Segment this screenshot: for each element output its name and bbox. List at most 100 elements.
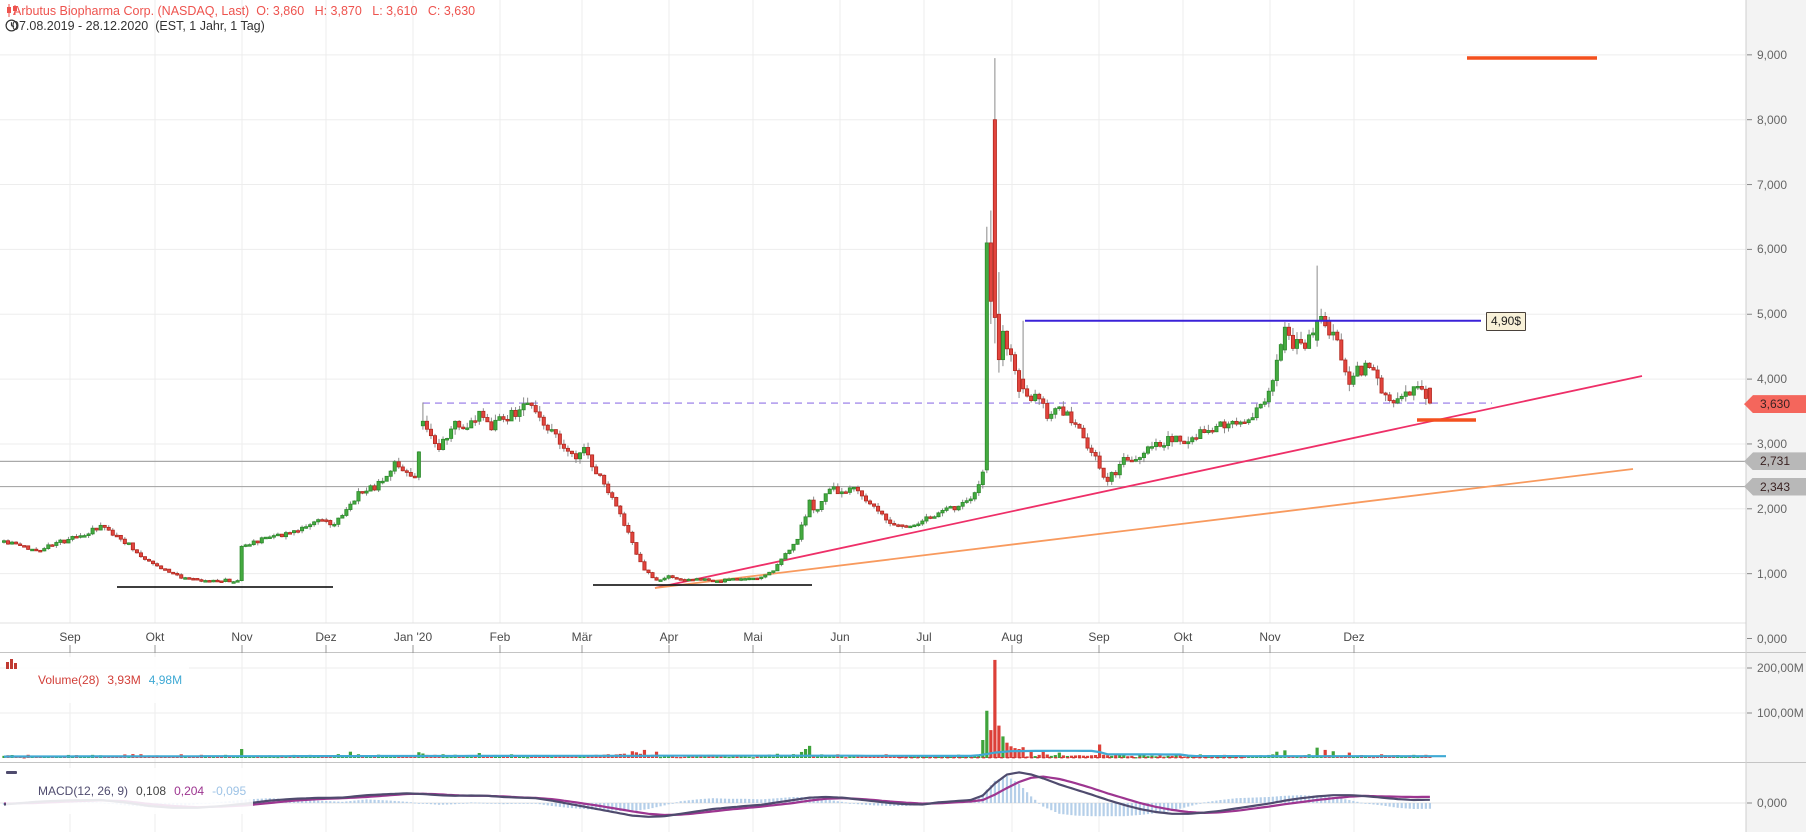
- resistance-price-label[interactable]: 4,90$: [1486, 312, 1527, 331]
- volume-bar: [675, 756, 679, 759]
- volume-indicator-legend[interactable]: Volume(28) 3,93M 4,98M: [6, 657, 190, 703]
- candle-body: [851, 486, 856, 490]
- candle-body: [142, 556, 147, 560]
- macd-histogram-bar: [1263, 797, 1266, 803]
- macd-histogram-bar: [1235, 798, 1238, 803]
- candle-body: [441, 438, 446, 450]
- macd-histogram-bar: [542, 803, 545, 805]
- candle-body: [485, 417, 490, 423]
- candle-body: [718, 580, 723, 583]
- candle-body: [1097, 455, 1102, 469]
- candle-body: [557, 433, 562, 445]
- macd-histogram-bar: [389, 800, 392, 803]
- candle-body: [811, 499, 816, 511]
- macd-histogram-bar: [671, 803, 674, 804]
- macd-histogram-bar: [832, 800, 835, 803]
- candle-body: [908, 525, 913, 529]
- macd-histogram-bar: [1074, 803, 1077, 816]
- candle-body: [573, 453, 578, 460]
- candle-body: [481, 410, 486, 418]
- candle-body: [1327, 320, 1332, 336]
- candle-body: [1407, 391, 1412, 396]
- candle-body: [747, 577, 752, 581]
- time-axis-strip[interactable]: [0, 623, 1746, 652]
- candle-body: [416, 451, 421, 478]
- candle-body: [1383, 392, 1388, 396]
- candle-body: [1158, 442, 1163, 447]
- chart-canvas[interactable]: [0, 0, 1806, 832]
- macd-histogram-bar: [1110, 803, 1113, 817]
- macd-histogram-bar: [872, 803, 876, 806]
- macd-histogram-bar: [683, 800, 686, 803]
- time-axis-label: Okt: [145, 630, 165, 644]
- macd-histogram-bar: [711, 798, 715, 803]
- price-axis-label: 9,000: [1757, 47, 1788, 62]
- macd-histogram-bar: [450, 803, 453, 805]
- candle-body: [787, 549, 792, 554]
- macd-histogram-bar: [1090, 803, 1093, 817]
- candle-body: [14, 541, 19, 545]
- candle-body: [602, 474, 607, 485]
- candle-body: [791, 543, 796, 551]
- macd-indicator-legend[interactable]: MACD(12, 26, 9) 0,108 0,204 -0,095: [6, 768, 254, 814]
- candle-body: [1194, 437, 1199, 440]
- macd-histogram-bar: [522, 803, 525, 804]
- candle-body: [1049, 413, 1054, 419]
- volume-axis-label: 200,00M: [1757, 661, 1804, 675]
- macd-histogram-bar: [490, 803, 493, 804]
- candle-body: [735, 578, 740, 581]
- candle-body: [513, 409, 518, 417]
- candle-body: [1423, 388, 1428, 399]
- time-axis-label: Nov: [231, 630, 253, 644]
- macd-histogram-bar: [1114, 803, 1117, 817]
- candle-body: [767, 571, 772, 576]
- pink-trendline[interactable]: [654, 375, 1643, 589]
- candle-body: [1125, 457, 1130, 461]
- candle-body: [533, 405, 538, 413]
- candle-body: [396, 461, 401, 468]
- macd-histogram-bar: [731, 798, 735, 803]
- macd-histogram-bar: [1030, 796, 1033, 803]
- candle-body: [94, 527, 99, 531]
- macd-histogram-bar: [1428, 803, 1432, 809]
- candle-body: [1053, 408, 1058, 415]
- candle-body: [666, 575, 671, 579]
- candle-body: [694, 578, 699, 581]
- candle-body: [408, 472, 413, 477]
- macd-histogram-bar: [514, 803, 517, 804]
- candle-body: [1303, 342, 1308, 349]
- candle-body: [1286, 326, 1291, 336]
- candle-body: [590, 454, 595, 468]
- macd-histogram-bar: [1026, 792, 1029, 803]
- macd-histogram-bar: [401, 801, 404, 803]
- candle-body: [332, 523, 337, 527]
- macd-histogram-bar: [1364, 803, 1367, 804]
- macd-signal-value: 0,204: [174, 784, 205, 798]
- time-axis-label: Jun: [830, 630, 850, 644]
- candle-body: [372, 485, 377, 491]
- candle-body: [243, 544, 248, 547]
- candle-body: [424, 420, 429, 430]
- candle-body: [1395, 398, 1400, 404]
- instrument-header[interactable]: Arbutus Biopharma Corp. (NASDAQ, Last) O…: [6, 4, 475, 18]
- date-range-header[interactable]: 07.08.2019 - 28.12.2020 (EST, 1 Jahr, 1 …: [5, 19, 265, 33]
- macd-histogram-bar: [445, 803, 449, 805]
- macd-histogram-bar: [486, 803, 489, 804]
- candle-body: [634, 542, 639, 555]
- macd-histogram-bar: [365, 799, 368, 803]
- macd-histogram-bar: [526, 803, 529, 804]
- candle-body: [489, 421, 494, 431]
- candle-body: [1367, 362, 1372, 368]
- candle-body: [70, 536, 75, 540]
- macd-histogram-bar: [341, 801, 344, 803]
- macd-histogram-bar: [856, 803, 860, 805]
- candle-body: [1391, 400, 1396, 404]
- candle-body: [90, 527, 95, 535]
- candle-body: [211, 579, 216, 583]
- macd-histogram-bar: [437, 803, 441, 805]
- candle-body: [690, 578, 695, 582]
- candle-body: [988, 242, 993, 302]
- candle-body: [195, 578, 200, 581]
- price-axis-label: 1,000: [1757, 566, 1788, 581]
- candle-body: [1025, 388, 1030, 397]
